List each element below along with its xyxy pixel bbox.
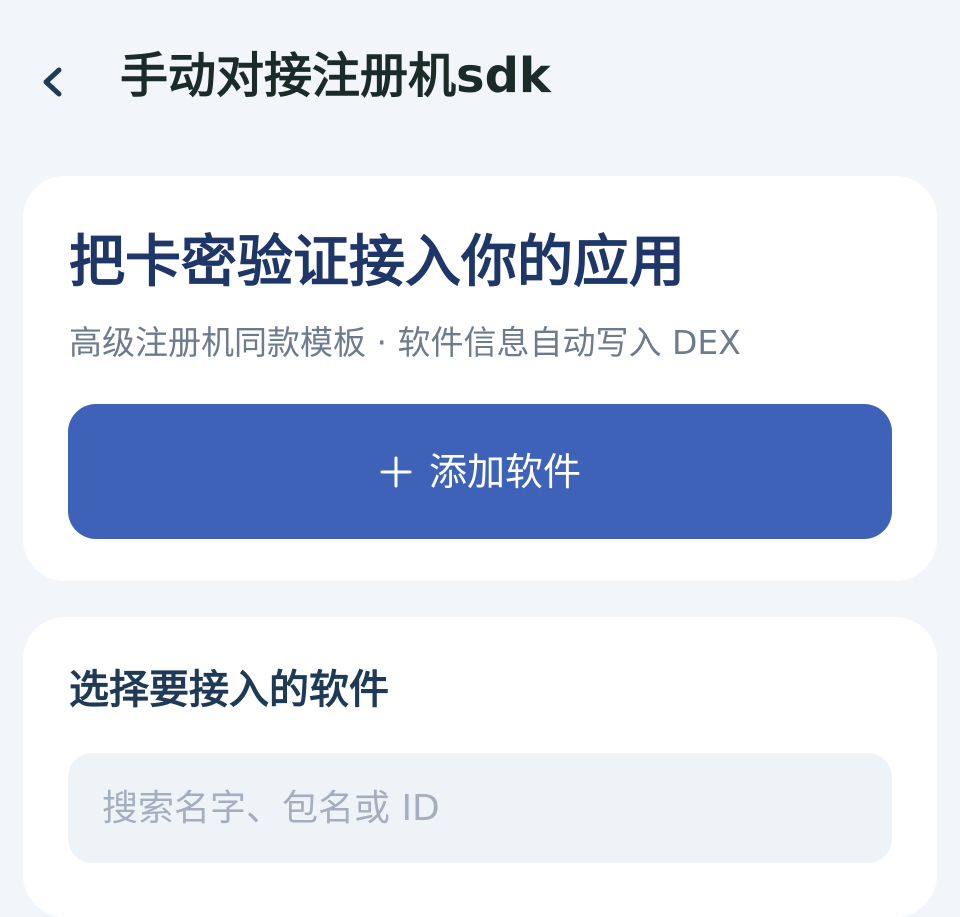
- add-software-label: 添加软件: [428, 449, 581, 494]
- hero-subtitle: 高级注册机同款模板 · 软件信息自动写入 DEX: [69, 323, 741, 362]
- section-title: 选择要接入的软件: [69, 667, 389, 713]
- search-input[interactable]: [68, 753, 892, 863]
- plus-icon: [379, 455, 413, 489]
- hero-card: 把卡密验证接入你的应用 高级注册机同款模板 · 软件信息自动写入 DEX 添加软…: [23, 176, 937, 581]
- app-header: 手动对接注册机sdk: [0, 0, 960, 150]
- add-software-button[interactable]: 添加软件: [68, 404, 892, 539]
- search-box: [68, 753, 892, 863]
- select-software-card: 选择要接入的软件: [23, 617, 937, 917]
- hero-title: 把卡密验证接入你的应用: [69, 230, 685, 295]
- chevron-left-icon: [39, 62, 65, 102]
- back-button[interactable]: [28, 52, 76, 112]
- page-title: 手动对接注册机sdk: [120, 48, 551, 104]
